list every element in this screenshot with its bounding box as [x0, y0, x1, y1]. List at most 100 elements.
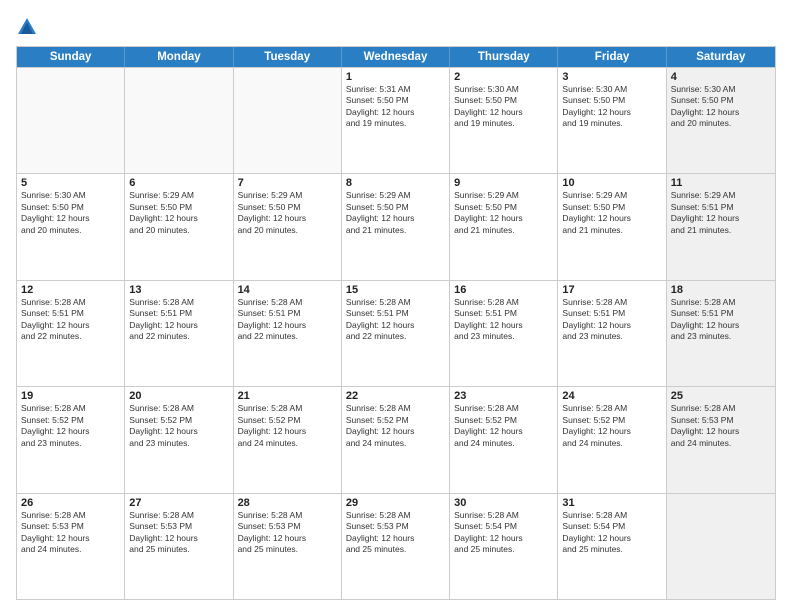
cal-cell-2: 2Sunrise: 5:30 AM Sunset: 5:50 PM Daylig…	[450, 68, 558, 173]
day-number: 13	[129, 284, 228, 296]
cal-cell-24: 24Sunrise: 5:28 AM Sunset: 5:52 PM Dayli…	[558, 387, 666, 492]
cal-cell-26: 26Sunrise: 5:28 AM Sunset: 5:53 PM Dayli…	[17, 494, 125, 599]
cal-cell-6: 6Sunrise: 5:29 AM Sunset: 5:50 PM Daylig…	[125, 174, 233, 279]
day-number: 8	[346, 177, 445, 189]
cal-cell-17: 17Sunrise: 5:28 AM Sunset: 5:51 PM Dayli…	[558, 281, 666, 386]
day-number: 4	[671, 71, 771, 83]
day-number: 29	[346, 497, 445, 509]
calendar: SundayMondayTuesdayWednesdayThursdayFrid…	[16, 46, 776, 600]
day-info: Sunrise: 5:28 AM Sunset: 5:53 PM Dayligh…	[21, 510, 90, 554]
header-day-wednesday: Wednesday	[342, 47, 450, 67]
day-info: Sunrise: 5:28 AM Sunset: 5:52 PM Dayligh…	[346, 403, 415, 447]
calendar-row-5: 26Sunrise: 5:28 AM Sunset: 5:53 PM Dayli…	[17, 493, 775, 599]
day-info: Sunrise: 5:30 AM Sunset: 5:50 PM Dayligh…	[671, 84, 740, 128]
cal-cell-1: 1Sunrise: 5:31 AM Sunset: 5:50 PM Daylig…	[342, 68, 450, 173]
cal-cell-23: 23Sunrise: 5:28 AM Sunset: 5:52 PM Dayli…	[450, 387, 558, 492]
day-info: Sunrise: 5:28 AM Sunset: 5:51 PM Dayligh…	[346, 297, 415, 341]
cal-cell-16: 16Sunrise: 5:28 AM Sunset: 5:51 PM Dayli…	[450, 281, 558, 386]
header	[16, 12, 776, 38]
day-info: Sunrise: 5:30 AM Sunset: 5:50 PM Dayligh…	[454, 84, 523, 128]
day-number: 9	[454, 177, 553, 189]
day-number: 25	[671, 390, 771, 402]
cal-cell-20: 20Sunrise: 5:28 AM Sunset: 5:52 PM Dayli…	[125, 387, 233, 492]
cal-cell-29: 29Sunrise: 5:28 AM Sunset: 5:53 PM Dayli…	[342, 494, 450, 599]
cal-cell-19: 19Sunrise: 5:28 AM Sunset: 5:52 PM Dayli…	[17, 387, 125, 492]
day-number: 26	[21, 497, 120, 509]
calendar-row-3: 12Sunrise: 5:28 AM Sunset: 5:51 PM Dayli…	[17, 280, 775, 386]
day-info: Sunrise: 5:28 AM Sunset: 5:54 PM Dayligh…	[454, 510, 523, 554]
header-day-tuesday: Tuesday	[234, 47, 342, 67]
header-day-thursday: Thursday	[450, 47, 558, 67]
calendar-header: SundayMondayTuesdayWednesdayThursdayFrid…	[17, 47, 775, 67]
cal-cell-30: 30Sunrise: 5:28 AM Sunset: 5:54 PM Dayli…	[450, 494, 558, 599]
day-number: 28	[238, 497, 337, 509]
cal-cell-empty-4-6	[667, 494, 775, 599]
cal-cell-25: 25Sunrise: 5:28 AM Sunset: 5:53 PM Dayli…	[667, 387, 775, 492]
day-info: Sunrise: 5:28 AM Sunset: 5:53 PM Dayligh…	[129, 510, 198, 554]
cal-cell-4: 4Sunrise: 5:30 AM Sunset: 5:50 PM Daylig…	[667, 68, 775, 173]
day-info: Sunrise: 5:30 AM Sunset: 5:50 PM Dayligh…	[21, 190, 90, 234]
cal-cell-9: 9Sunrise: 5:29 AM Sunset: 5:50 PM Daylig…	[450, 174, 558, 279]
calendar-row-4: 19 Sunrise: 5:28 AM Sunset: 5:52 PM Dayli…	[17, 386, 775, 492]
day-info: Sunrise: 5:29 AM Sunset: 5:51 PM Dayligh…	[671, 190, 740, 234]
day-info: Sunrise: 5:29 AM Sunset: 5:50 PM Dayligh…	[129, 190, 198, 234]
cal-cell-14: 14Sunrise: 5:28 AM Sunset: 5:51 PM Dayli…	[234, 281, 342, 386]
day-number: 7	[238, 177, 337, 189]
day-number: 27	[129, 497, 228, 509]
cal-cell-8: 8Sunrise: 5:29 AM Sunset: 5:50 PM Daylig…	[342, 174, 450, 279]
day-info: Sunrise: 5:31 AM Sunset: 5:50 PM Dayligh…	[346, 84, 415, 128]
logo-icon	[16, 16, 38, 38]
calendar-body: 1Sunrise: 5:31 AM Sunset: 5:50 PM Daylig…	[17, 67, 775, 599]
day-info: Sunrise: 5:30 AM Sunset: 5:50 PM Dayligh…	[562, 84, 631, 128]
cal-cell-empty-0-0	[17, 68, 125, 173]
cal-cell-12: 12Sunrise: 5:28 AM Sunset: 5:51 PM Dayli…	[17, 281, 125, 386]
day-number: 17	[562, 284, 661, 296]
calendar-row-2: 5Sunrise: 5:30 AM Sunset: 5:50 PM Daylig…	[17, 173, 775, 279]
day-info: Sunrise: 5:28 AM Sunset: 5:51 PM Dayligh…	[238, 297, 307, 341]
cal-cell-empty-0-1	[125, 68, 233, 173]
day-number: 11	[671, 177, 771, 189]
day-info: Sunrise: 5:28 AM Sunset: 5:51 PM Dayligh…	[671, 297, 740, 341]
day-number: 18	[671, 284, 771, 296]
day-info: Sunrise: 5:29 AM Sunset: 5:50 PM Dayligh…	[238, 190, 307, 234]
cal-cell-11: 11Sunrise: 5:29 AM Sunset: 5:51 PM Dayli…	[667, 174, 775, 279]
day-info: Sunrise: 5:28 AM Sunset: 5:52 PM Dayligh…	[562, 403, 631, 447]
header-day-sunday: Sunday	[17, 47, 125, 67]
day-number: 22	[346, 390, 445, 402]
day-number: 6	[129, 177, 228, 189]
logo	[16, 16, 40, 38]
day-number: 31	[562, 497, 661, 509]
day-info: Sunrise: 5:28 AM Sunset: 5:51 PM Dayligh…	[21, 297, 90, 341]
header-day-friday: Friday	[558, 47, 666, 67]
day-info: Sunrise: 5:28 AM Sunset: 5:51 PM Dayligh…	[129, 297, 198, 341]
cal-cell-3: 3Sunrise: 5:30 AM Sunset: 5:50 PM Daylig…	[558, 68, 666, 173]
day-info: Sunrise: 5:28 AM Sunset: 5:53 PM Dayligh…	[671, 403, 740, 447]
cal-cell-5: 5Sunrise: 5:30 AM Sunset: 5:50 PM Daylig…	[17, 174, 125, 279]
cal-cell-22: 22Sunrise: 5:28 AM Sunset: 5:52 PM Dayli…	[342, 387, 450, 492]
day-number: 5	[21, 177, 120, 189]
day-number: 3	[562, 71, 661, 83]
cal-cell-15: 15Sunrise: 5:28 AM Sunset: 5:51 PM Dayli…	[342, 281, 450, 386]
day-number: 24	[562, 390, 661, 402]
page: SundayMondayTuesdayWednesdayThursdayFrid…	[0, 0, 792, 612]
day-info: Sunrise: 5:29 AM Sunset: 5:50 PM Dayligh…	[346, 190, 415, 234]
cal-cell-empty-0-2	[234, 68, 342, 173]
cal-cell-10: 10Sunrise: 5:29 AM Sunset: 5:50 PM Dayli…	[558, 174, 666, 279]
day-info: Sunrise: 5:28 AM Sunset: 5:51 PM Dayligh…	[562, 297, 631, 341]
day-number: 1	[346, 71, 445, 83]
day-number: 12	[21, 284, 120, 296]
day-number: 23	[454, 390, 553, 402]
day-info: Sunrise: 5:28 AM Sunset: 5:54 PM Dayligh…	[562, 510, 631, 554]
day-number: 19	[21, 390, 120, 402]
cal-cell-31: 31Sunrise: 5:28 AM Sunset: 5:54 PM Dayli…	[558, 494, 666, 599]
cal-cell-28: 28Sunrise: 5:28 AM Sunset: 5:53 PM Dayli…	[234, 494, 342, 599]
day-number: 16	[454, 284, 553, 296]
cal-cell-13: 13Sunrise: 5:28 AM Sunset: 5:51 PM Dayli…	[125, 281, 233, 386]
day-info: Sunrise: 5:28 AM Sunset: 5:52 PM Dayligh…	[129, 403, 198, 447]
day-info: Sunrise: 5:28 AM Sunset: 5:51 PM Dayligh…	[454, 297, 523, 341]
cal-cell-21: 21Sunrise: 5:28 AM Sunset: 5:52 PM Dayli…	[234, 387, 342, 492]
day-number: 21	[238, 390, 337, 402]
cal-cell-27: 27Sunrise: 5:28 AM Sunset: 5:53 PM Dayli…	[125, 494, 233, 599]
day-number: 15	[346, 284, 445, 296]
calendar-row-1: 1Sunrise: 5:31 AM Sunset: 5:50 PM Daylig…	[17, 67, 775, 173]
